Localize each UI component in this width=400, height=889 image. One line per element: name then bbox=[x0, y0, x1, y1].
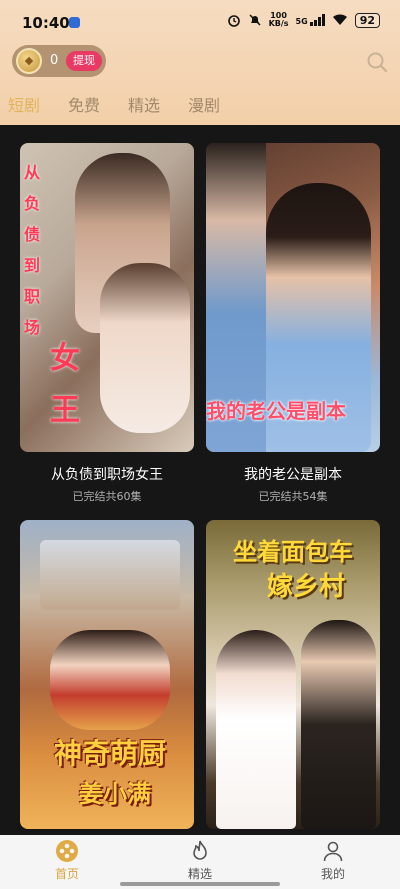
drama-poster[interactable]: 神奇萌厨 姜小满 bbox=[20, 520, 194, 829]
home-indicator[interactable] bbox=[120, 882, 280, 886]
category-tabs: 短剧 免费 精选 漫剧 bbox=[8, 92, 248, 116]
mute-bell-icon bbox=[249, 14, 261, 26]
nav-featured-label: 精选 bbox=[187, 867, 212, 881]
tab-short-drama[interactable]: 短剧 bbox=[8, 92, 40, 116]
poster-title-line-2: 嫁乡村 bbox=[266, 572, 345, 602]
user-icon bbox=[323, 841, 343, 862]
drama-card[interactable]: 坐着面包车 嫁乡村 bbox=[206, 520, 380, 832]
drama-poster[interactable]: 我的老公是副本 bbox=[206, 143, 380, 452]
top-header: 10:40 100 KB/s 5G 92 0 提现 短剧 免费 精选 漫剧 bbox=[0, 0, 400, 125]
cellular-signal-icon: 5G bbox=[296, 14, 325, 26]
drama-poster[interactable]: 坐着面包车 嫁乡村 bbox=[206, 520, 380, 829]
drama-card[interactable]: 我的老公是副本 我的老公是副本 已完结共54集 bbox=[206, 143, 380, 505]
nav-profile-label: 我的 bbox=[320, 867, 345, 881]
drama-episodes: 已完结共60集 bbox=[72, 490, 142, 503]
tab-featured[interactable]: 精选 bbox=[128, 92, 160, 116]
poster-title-text: 我的老公是副本 bbox=[206, 399, 346, 423]
battery-indicator: 92 bbox=[354, 12, 380, 28]
drama-title[interactable]: 我的老公是副本 bbox=[206, 464, 380, 484]
coin-balance-pill[interactable]: 0 提现 bbox=[12, 45, 106, 77]
flame-icon bbox=[193, 840, 207, 860]
tab-free[interactable]: 免费 bbox=[68, 92, 100, 116]
tab-comic-drama[interactable]: 漫剧 bbox=[188, 92, 220, 116]
nav-home[interactable]: 首页 bbox=[27, 839, 107, 882]
drama-episodes: 已完结共54集 bbox=[258, 490, 328, 503]
nav-featured[interactable]: 精选 bbox=[160, 839, 240, 882]
wifi-icon bbox=[332, 14, 347, 25]
home-film-icon bbox=[56, 840, 78, 862]
status-bar: 10:40 100 KB/s 5G 92 bbox=[0, 0, 400, 44]
drama-poster[interactable]: 从负债到职场 女王 bbox=[20, 143, 194, 452]
bottom-navigation: 首页 精选 我的 bbox=[0, 835, 400, 889]
nav-profile[interactable]: 我的 bbox=[293, 839, 373, 882]
alarm-icon bbox=[227, 15, 240, 27]
network-speed: 100 KB/s bbox=[268, 11, 289, 28]
withdraw-button[interactable]: 提现 bbox=[66, 51, 102, 71]
nav-home-label: 首页 bbox=[54, 867, 79, 881]
coin-icon bbox=[16, 48, 42, 74]
poster-title-line-2: 姜小满 bbox=[79, 780, 151, 808]
poster-text-big: 女王 bbox=[50, 341, 80, 428]
poster-text-left: 从负债到职场 bbox=[24, 163, 41, 337]
status-icons: 100 KB/s 5G 92 bbox=[227, 12, 380, 28]
search-icon[interactable] bbox=[366, 51, 388, 73]
status-time: 10:40 bbox=[22, 14, 70, 32]
app-notification-icon bbox=[69, 17, 80, 28]
drama-card[interactable]: 从负债到职场 女王 从负债到职场女王 已完结共60集 bbox=[20, 143, 194, 505]
poster-title-line-1: 神奇萌厨 bbox=[53, 737, 166, 770]
coin-count: 0 bbox=[50, 53, 59, 68]
drama-card[interactable]: 神奇萌厨 姜小满 bbox=[20, 520, 194, 832]
drama-title[interactable]: 从负债到职场女王 bbox=[20, 464, 194, 484]
poster-title-line-1: 坐着面包车 bbox=[233, 538, 353, 566]
